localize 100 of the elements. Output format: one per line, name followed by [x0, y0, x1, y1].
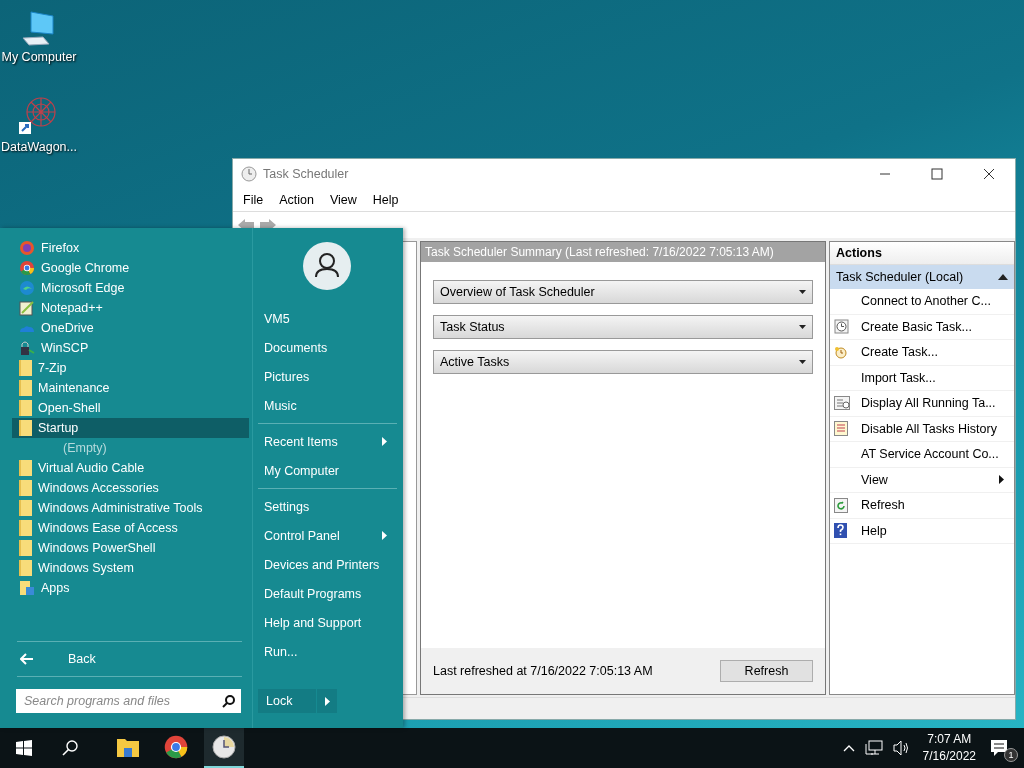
- program-item[interactable]: Google Chrome: [12, 258, 249, 278]
- program-item[interactable]: Windows PowerShell: [12, 538, 249, 558]
- section-header[interactable]: Task Status: [433, 315, 813, 339]
- back-button[interactable]: Back: [0, 642, 252, 676]
- summary-header: Task Scheduler Summary (Last refreshed: 7/16/2022 7:05:13 AM): [421, 242, 825, 262]
- start-menu-link[interactable]: Help and Support: [258, 608, 397, 637]
- window-title: Task Scheduler: [263, 167, 349, 181]
- start-menu-link[interactable]: Default Programs: [258, 579, 397, 608]
- program-item[interactable]: Firefox: [12, 238, 249, 258]
- program-item[interactable]: Apps: [12, 578, 249, 598]
- last-refreshed-text: Last refreshed at 7/16/2022 7:05:13 AM: [433, 664, 653, 678]
- submenu-arrow-icon: [999, 475, 1004, 485]
- search-bar[interactable]: Search programs and files: [16, 689, 241, 713]
- program-item[interactable]: 7-Zip: [12, 358, 249, 378]
- program-item[interactable]: Windows System: [12, 558, 249, 578]
- search-icon[interactable]: [62, 740, 78, 756]
- task-command-link[interactable]: Create Basic Task...: [830, 314, 1014, 340]
- clock-icon: [834, 345, 847, 359]
- close-icon[interactable]: [983, 168, 995, 180]
- task-command-link[interactable]: View: [830, 467, 1014, 493]
- lock-button[interactable]: Lock: [258, 689, 316, 713]
- menu-item[interactable]: Help: [364, 193, 407, 207]
- clock-time[interactable]: 7:07 AM: [927, 731, 972, 748]
- program-item[interactable]: Startup: [12, 418, 249, 438]
- menu-item[interactable]: File: [235, 193, 272, 207]
- program-item[interactable]: Windows Accessories: [12, 478, 249, 498]
- notification-badge: 1: [1004, 748, 1018, 762]
- notepad-icon: [19, 300, 35, 316]
- refresh-icon: [834, 497, 848, 513]
- task-command-link[interactable]: Refresh: [830, 493, 1014, 519]
- network-icon[interactable]: [864, 740, 883, 756]
- chrome-icon: [164, 735, 188, 759]
- program-item[interactable]: WinSCP: [12, 338, 249, 358]
- task-command-link[interactable]: Display All Running Ta...: [830, 391, 1014, 417]
- section-header[interactable]: Active Tasks: [433, 350, 813, 374]
- program-item[interactable]: (Empty): [12, 438, 249, 458]
- task-command-link[interactable]: Disable All Tasks History: [830, 416, 1014, 442]
- clock-date[interactable]: 7/16/2022: [922, 748, 976, 765]
- submenu-arrow-icon: [382, 531, 387, 540]
- search-icon: [222, 694, 235, 708]
- folder-icon: [19, 360, 32, 376]
- program-item[interactable]: Windows Ease of Access: [12, 518, 249, 538]
- start-menu-link[interactable]: VM5: [258, 304, 397, 333]
- search-field[interactable]: Search programs and files: [22, 693, 222, 709]
- back-arrow-icon: [20, 653, 34, 665]
- section-header[interactable]: Overview of Task Scheduler: [433, 280, 813, 304]
- actions-group-header[interactable]: Task Scheduler (Local): [830, 265, 1014, 289]
- program-item[interactable]: Open-Shell: [12, 398, 249, 418]
- caret-icon: [799, 325, 806, 329]
- windows-logo-icon[interactable]: [16, 740, 32, 756]
- chevron-up-icon[interactable]: [842, 744, 855, 752]
- folder-icon: [19, 560, 32, 576]
- folder-icon: [19, 540, 32, 556]
- user-avatar-icon[interactable]: [302, 242, 351, 290]
- program-item[interactable]: Notepad++: [12, 298, 249, 318]
- start-menu-link[interactable]: Pictures: [258, 362, 397, 391]
- start-menu-link[interactable]: My Computer: [258, 456, 397, 485]
- maximize-icon[interactable]: [931, 168, 943, 180]
- submenu-arrow-icon: [382, 437, 387, 446]
- clock-icon: [212, 735, 236, 759]
- desktop-icon-label[interactable]: My Computer: [1, 50, 77, 64]
- volume-icon[interactable]: [892, 740, 911, 756]
- refresh-button[interactable]: Refresh: [720, 660, 813, 682]
- start-menu-link[interactable]: Settings: [258, 492, 397, 521]
- window-list-icon: [834, 396, 850, 411]
- folder-icon: [116, 736, 140, 758]
- winscp-icon: [19, 340, 35, 356]
- start-menu-link[interactable]: Documents: [258, 333, 397, 362]
- start-menu-link[interactable]: Control Panel: [258, 521, 397, 550]
- program-item[interactable]: Windows Administrative Tools: [12, 498, 249, 518]
- folder-icon: [19, 500, 32, 516]
- program-item[interactable]: Maintenance: [12, 378, 249, 398]
- task-command-link[interactable]: AT Service Account Co...: [830, 442, 1014, 468]
- menu-item[interactable]: View: [321, 193, 365, 207]
- lock-options-button[interactable]: [317, 689, 337, 713]
- folder-icon: [19, 400, 32, 416]
- start-menu-link[interactable]: Music: [258, 391, 397, 420]
- desktop-icon-label[interactable]: DataWagon...: [1, 140, 77, 154]
- folder-icon: [19, 480, 32, 496]
- message-icon: [990, 739, 1008, 757]
- program-item[interactable]: Microsoft Edge: [12, 278, 249, 298]
- collapse-caret-icon: [998, 274, 1008, 280]
- task-command-link[interactable]: Create Task...: [830, 340, 1014, 366]
- task-command-link[interactable]: Connect to Another C...: [830, 289, 1014, 315]
- folder-icon: [19, 520, 32, 536]
- folder-icon: [19, 380, 32, 396]
- start-menu-link[interactable]: Recent Items: [258, 427, 397, 456]
- task-command-link[interactable]: Help: [830, 518, 1014, 544]
- submenu-arrow-icon: [324, 696, 330, 706]
- chrome-icon: [19, 260, 35, 276]
- task-command-link[interactable]: Import Task...: [830, 365, 1014, 391]
- folder-icon: [19, 460, 32, 476]
- program-item[interactable]: OneDrive: [12, 318, 249, 338]
- menu-item[interactable]: Action: [271, 193, 322, 207]
- start-menu-link[interactable]: Devices and Printers: [258, 550, 397, 579]
- taskbar-app[interactable]: [204, 728, 244, 768]
- edge-icon: [19, 280, 35, 296]
- start-menu-link[interactable]: Run...: [258, 637, 397, 666]
- help-icon: [834, 523, 847, 539]
- program-item[interactable]: Virtual Audio Cable: [12, 458, 249, 478]
